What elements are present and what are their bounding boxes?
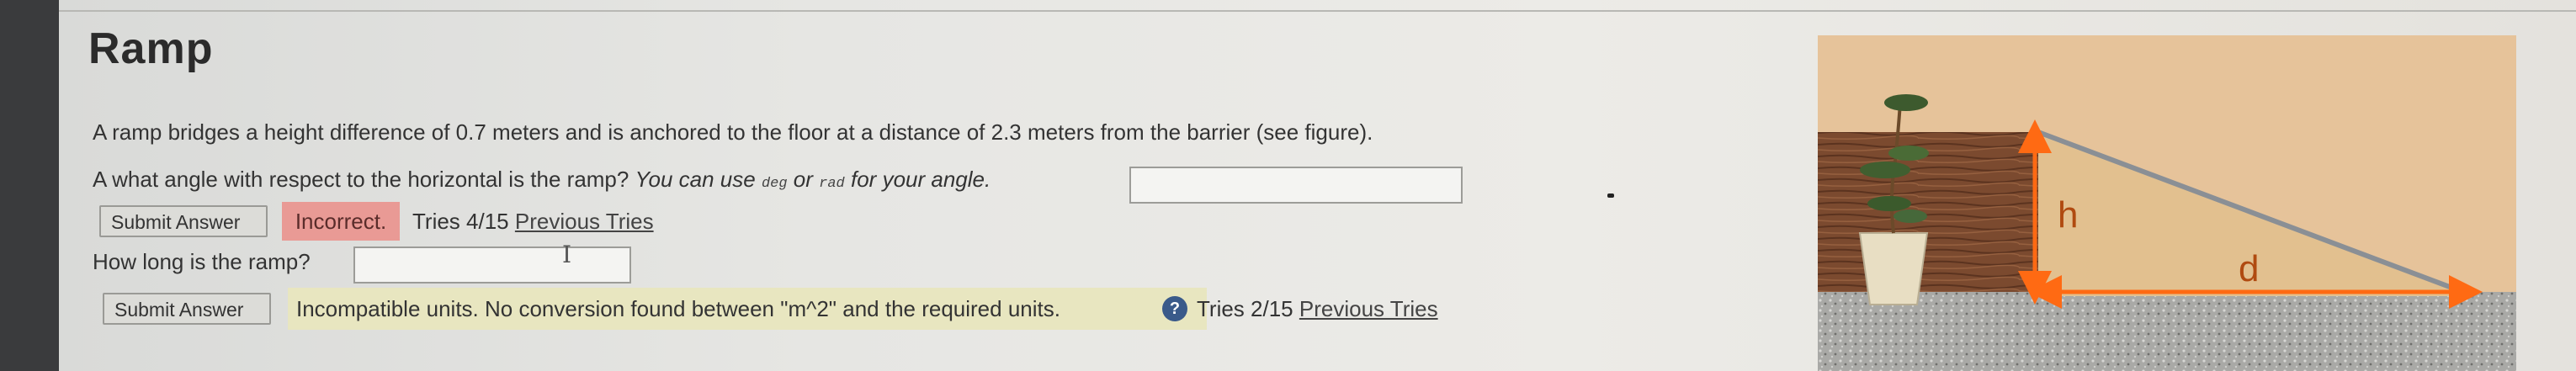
label-d: d [2239, 248, 2259, 289]
ramp-figure: h d [1818, 35, 2516, 371]
barrier-wall [1818, 132, 2045, 300]
unit-deg: deg [761, 176, 788, 192]
tries-status-length: Tries 2/15 Previous Tries [1197, 296, 1438, 322]
screen-speck [1607, 193, 1614, 198]
gravel-floor [1818, 292, 2516, 371]
unit-rad: rad [819, 176, 845, 192]
question-length: How long is the ramp? [93, 249, 311, 274]
question-angle-text: A what angle with respect to the horizon… [93, 167, 629, 192]
help-icon[interactable]: ? [1162, 296, 1187, 321]
length-answer-input[interactable] [353, 246, 631, 284]
units-warning-message: Incompatible units. No conversion found … [296, 296, 1060, 321]
incorrect-badge: Incorrect. [282, 202, 400, 241]
problem-statement: A ramp bridges a height difference of 0.… [93, 119, 1373, 145]
tries-status-angle: Tries 4/15 Previous Tries [412, 209, 654, 235]
units-hint-post: for your angle. [851, 167, 991, 192]
tries-count-length: Tries 2/15 [1197, 296, 1293, 321]
question-angle: A what angle with respect to the horizon… [93, 167, 991, 193]
previous-tries-link-angle[interactable]: Previous Tries [515, 209, 654, 234]
submit-answer-button-angle[interactable]: Submit Answer [99, 205, 268, 237]
text-cursor-icon: I [562, 241, 572, 268]
tries-count-angle: Tries 4/15 [412, 209, 509, 234]
angle-answer-input[interactable] [1129, 167, 1463, 204]
top-divider [59, 0, 2576, 12]
problem-page: Ramp A ramp bridges a height difference … [59, 0, 2576, 371]
units-hint-pre: You can use [635, 167, 756, 192]
previous-tries-link-length[interactable]: Previous Tries [1299, 296, 1438, 321]
label-h: h [2058, 194, 2078, 236]
units-hint-or: or [793, 167, 813, 192]
problem-title: Ramp [88, 24, 214, 73]
submit-answer-button-length[interactable]: Submit Answer [103, 293, 271, 325]
